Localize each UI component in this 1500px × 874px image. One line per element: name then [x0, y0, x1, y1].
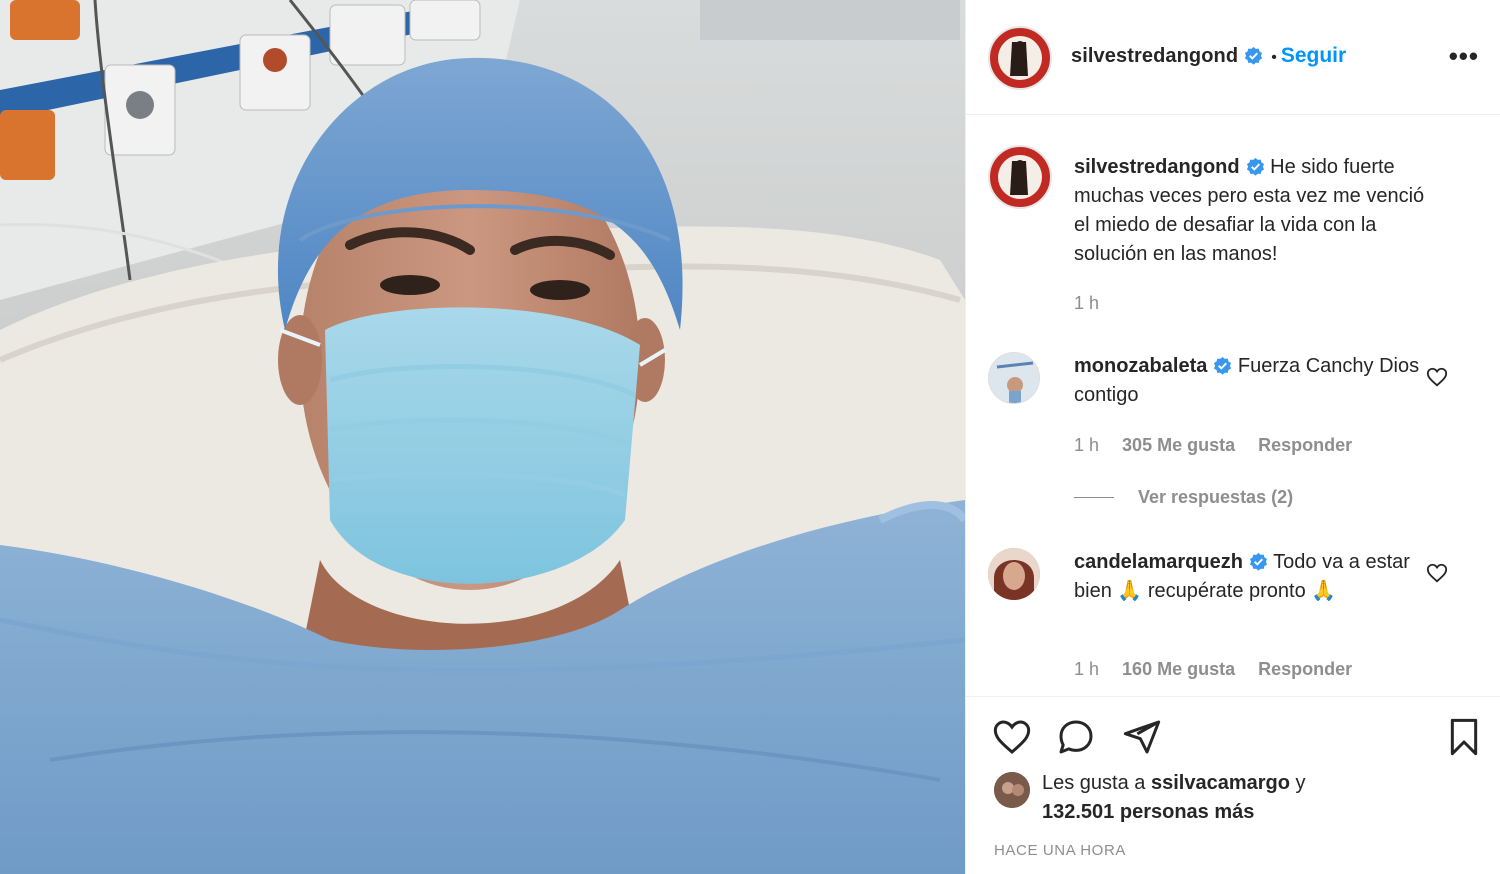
like-comment-heart-icon[interactable] [1426, 366, 1448, 388]
likes-summary: Les gusta a ssilvacamargo y 132.501 pers… [994, 769, 1306, 827]
like-comment-heart-icon[interactable] [1426, 562, 1448, 584]
post-panel: silvestredangond • Seguir ••• silvestredan… [965, 0, 1500, 874]
share-icon[interactable] [1122, 717, 1162, 757]
header-user: silvestredangond • Seguir [1071, 44, 1346, 68]
comment-icon[interactable] [1056, 717, 1096, 757]
caption-avatar[interactable] [988, 145, 1052, 209]
comment-time[interactable]: 1 h [1074, 659, 1099, 679]
comment-username[interactable]: candelamarquezh [1074, 551, 1243, 573]
commenter-avatar[interactable] [988, 548, 1040, 600]
heart-icon[interactable] [992, 717, 1032, 757]
post-header: silvestredangond • Seguir ••• [966, 0, 1500, 115]
liker-avatar[interactable] [994, 772, 1030, 808]
post-photo [0, 0, 965, 874]
caption: silvestredangond He sido fuerte muchas v… [988, 145, 1468, 315]
header-username[interactable]: silvestredangond [1071, 45, 1238, 67]
likes-middle: y [1289, 772, 1306, 794]
caption-meta: 1 h [1074, 293, 1117, 314]
verified-icon [1244, 46, 1263, 65]
avatar[interactable] [988, 26, 1052, 90]
comment-meta: 1 h 305 Me gusta Responder [1074, 435, 1370, 456]
verified-icon [1246, 156, 1265, 176]
reply-button[interactable]: Responder [1258, 435, 1352, 455]
hospital-selfie-image [0, 0, 965, 874]
comment-item: candelamarquezh Todo va a estar bien 🙏 r… [988, 548, 1468, 688]
liker-username[interactable]: ssilvacamargo [1151, 772, 1290, 794]
view-replies-button[interactable]: Ver respuestas (2) [1074, 487, 1293, 508]
verified-icon [1213, 355, 1232, 375]
caption-username[interactable]: silvestredangond [1074, 156, 1240, 178]
avatar-image [998, 36, 1042, 80]
comment-username[interactable]: monozabaleta [1074, 355, 1207, 377]
reply-button[interactable]: Responder [1258, 659, 1352, 679]
separator-dot: • [1271, 49, 1277, 66]
comment-meta: 1 h 160 Me gusta Responder [1074, 659, 1370, 680]
comment-likes[interactable]: 160 Me gusta [1122, 659, 1235, 679]
bookmark-icon[interactable] [1444, 717, 1484, 757]
comment-body: candelamarquezh Todo va a estar bien 🙏 r… [1074, 548, 1444, 606]
likes-count[interactable]: 132.501 personas más [1042, 801, 1254, 823]
follow-button[interactable]: Seguir [1281, 44, 1346, 67]
caption-body: silvestredangond He sido fuerte muchas v… [1074, 153, 1444, 269]
comment-likes[interactable]: 305 Me gusta [1122, 435, 1235, 455]
post-timestamp[interactable]: HACE UNA HORA [994, 842, 1126, 859]
avatar-image [998, 155, 1042, 199]
comment-time[interactable]: 1 h [1074, 435, 1099, 455]
more-icon[interactable]: ••• [1449, 43, 1479, 69]
caption-time[interactable]: 1 h [1074, 293, 1099, 313]
comment-item: monozabaleta Fuerza Canchy Dios contigo … [988, 352, 1468, 462]
verified-icon [1249, 551, 1268, 571]
likes-prefix: Les gusta a [1042, 772, 1151, 794]
comment-body: monozabaleta Fuerza Canchy Dios contigo [1074, 352, 1444, 410]
post-actions: Les gusta a ssilvacamargo y 132.501 pers… [966, 696, 1500, 874]
commenter-avatar[interactable] [988, 352, 1040, 404]
likes-text: Les gusta a ssilvacamargo y 132.501 pers… [1042, 769, 1306, 827]
view-replies-label: Ver respuestas (2) [1138, 487, 1294, 507]
replies-divider [1074, 497, 1114, 498]
